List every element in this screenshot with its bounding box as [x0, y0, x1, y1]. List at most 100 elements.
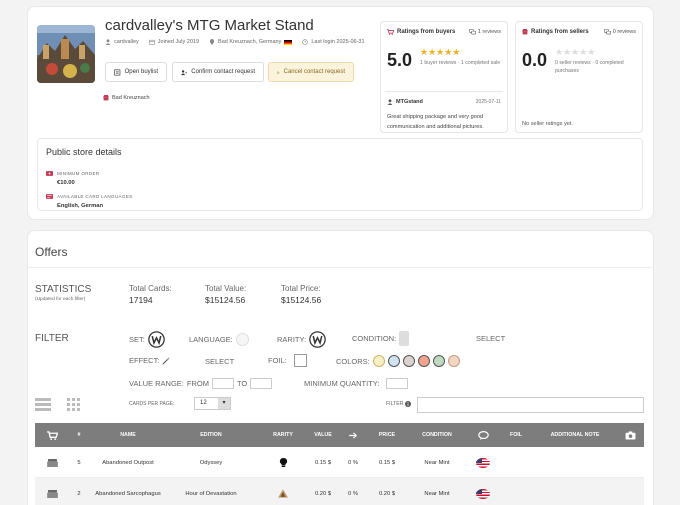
- condition-select-dropdown[interactable]: SELECT: [476, 334, 505, 343]
- language-filter: LANGUAGE:: [189, 333, 249, 346]
- store-icon: [522, 29, 528, 35]
- text-filter-input[interactable]: [417, 397, 644, 413]
- buyer-score: 5.0: [387, 50, 413, 70]
- list-view-icon[interactable]: [35, 398, 51, 411]
- open-buylist-button[interactable]: Open buylist: [105, 62, 167, 82]
- blue-mana-icon[interactable]: [387, 355, 400, 367]
- rarity-icon: [259, 478, 307, 505]
- set-filter: SET:: [129, 331, 165, 348]
- header-name[interactable]: NAME: [93, 423, 163, 447]
- header-note[interactable]: ADDITIONAL NOTE: [533, 423, 617, 447]
- wand-icon[interactable]: [162, 356, 171, 365]
- foil-filter: FOIL:: [268, 354, 307, 367]
- red-mana-icon[interactable]: [417, 355, 430, 367]
- speech-bubble-icon: [477, 430, 489, 440]
- header-trend[interactable]: [339, 423, 367, 447]
- offers-card: Offers STATISTICS (Updated for each filt…: [27, 230, 654, 505]
- us-flag-icon: [476, 457, 490, 468]
- divider: [28, 267, 653, 268]
- min-quantity-input[interactable]: [386, 378, 409, 389]
- table-row: 2 Abandoned Sarcophagus Hour of Devastat…: [35, 478, 644, 505]
- header-language[interactable]: [467, 423, 499, 447]
- filter-title: FILTER: [35, 333, 69, 344]
- colorless-mana-icon[interactable]: [447, 355, 460, 367]
- condition-selector[interactable]: [399, 331, 410, 346]
- comments-icon: [603, 29, 611, 35]
- user-x-icon: [277, 71, 280, 74]
- white-mana-icon[interactable]: [372, 355, 385, 367]
- store-location: Bad Kreuznach, Germany: [209, 39, 293, 45]
- header-photo: [617, 423, 644, 447]
- store-meta: cardvalley Joined July 2019 Bad Kreuznac…: [105, 39, 365, 45]
- card-value: 0.20 $: [314, 490, 332, 497]
- language-selector[interactable]: [235, 333, 249, 346]
- buyer-reviews-link[interactable]: 1 reviews: [468, 29, 501, 35]
- value-trend: 0 %: [348, 459, 358, 466]
- cart-icon: [387, 29, 394, 35]
- language-icon: [46, 194, 53, 199]
- ticket-icon: [46, 171, 53, 176]
- seller-stars: ★★★★★: [555, 47, 596, 57]
- statistics-subtitle: (Updated for each filter): [35, 297, 86, 302]
- seller-summary: 0 seller reviews · 0 completed purchases: [555, 60, 624, 74]
- black-mana-icon[interactable]: [402, 355, 415, 367]
- chevron-down-icon: ▾: [218, 398, 230, 409]
- add-to-cart-icon[interactable]: [39, 478, 65, 505]
- offers-title: Offers: [35, 245, 68, 259]
- rarity-filter: RARITY:: [277, 331, 326, 348]
- header-edition[interactable]: EDITION: [163, 423, 259, 447]
- total-price-value: $15124.56: [281, 295, 322, 305]
- card-edition: Hour of Devastation: [185, 490, 237, 497]
- divider: [385, 91, 503, 92]
- total-value-value: $15124.56: [205, 295, 246, 305]
- header-foil[interactable]: FOIL: [499, 423, 533, 447]
- cart-icon: [46, 430, 58, 440]
- effect-select-dropdown[interactable]: SELECT: [205, 357, 234, 366]
- rarity-selector-icon[interactable]: [309, 331, 326, 348]
- add-to-cart-icon[interactable]: [39, 447, 65, 478]
- statistics-title: STATISTICS: [35, 284, 92, 295]
- clock-icon: [302, 39, 309, 45]
- buyer-ratings-panel: Ratings from buyers 1 reviews 5.0 ★★★★★ …: [380, 21, 508, 133]
- user-check-icon: [181, 69, 188, 75]
- value-to-input[interactable]: [250, 378, 273, 389]
- offer-number: 2: [77, 490, 81, 497]
- value-from-input[interactable]: [211, 378, 234, 389]
- no-seller-ratings: No seller ratings yet.: [522, 121, 573, 127]
- cancel-contact-button[interactable]: Cancel contact request: [268, 62, 354, 82]
- card-name-link[interactable]: Abandoned Sarcophagus: [93, 478, 163, 505]
- us-flag-icon: [476, 488, 490, 499]
- table-row: 5 Abandoned Outpost Odyssey 0.15 $ 0 % 0…: [35, 447, 644, 478]
- confirm-contact-button[interactable]: Confirm contact request: [172, 62, 264, 82]
- store-card: cardvalley's MTG Market Stand cardvalley…: [27, 6, 654, 220]
- header-rarity[interactable]: RARITY: [259, 423, 307, 447]
- foil-checkbox[interactable]: [293, 354, 307, 367]
- header-condition[interactable]: CONDITION: [407, 423, 467, 447]
- colors-filter: COLORS:: [336, 355, 460, 367]
- store-username: cardvalley: [105, 39, 139, 45]
- seller-score: 0.0: [522, 50, 548, 70]
- rarity-icon: [259, 447, 307, 478]
- card-value: 0.15 $: [314, 459, 332, 466]
- cards-per-page-select[interactable]: 12 ▾: [194, 397, 231, 410]
- card-name-link[interactable]: Abandoned Outpost: [93, 447, 163, 478]
- total-cards-value: 17194: [129, 295, 153, 305]
- effect-filter: EFFECT:: [129, 356, 171, 365]
- set-selector-icon[interactable]: [148, 331, 165, 348]
- total-cards-stat: Total Cards: 17194: [129, 284, 172, 305]
- store-location-tag: Bad Kreuznach: [103, 95, 150, 101]
- header-number[interactable]: #: [65, 423, 93, 447]
- card-price: 0.15 $: [378, 459, 396, 466]
- text-filter-label: FILTER: [386, 401, 412, 407]
- header-value[interactable]: VALUE: [307, 423, 339, 447]
- seller-reviews-link[interactable]: 0 reviews: [603, 29, 636, 35]
- seller-ratings-title: Ratings from sellers: [522, 29, 589, 35]
- header-price[interactable]: PRICE: [367, 423, 407, 447]
- user-icon: [387, 99, 393, 105]
- value-trend: 0 %: [348, 490, 358, 497]
- green-mana-icon[interactable]: [432, 355, 445, 367]
- info-icon: [405, 401, 412, 407]
- germany-flag-icon: [284, 39, 293, 45]
- grid-view-icon[interactable]: [67, 398, 81, 411]
- buyer-ratings-title: Ratings from buyers: [387, 29, 455, 35]
